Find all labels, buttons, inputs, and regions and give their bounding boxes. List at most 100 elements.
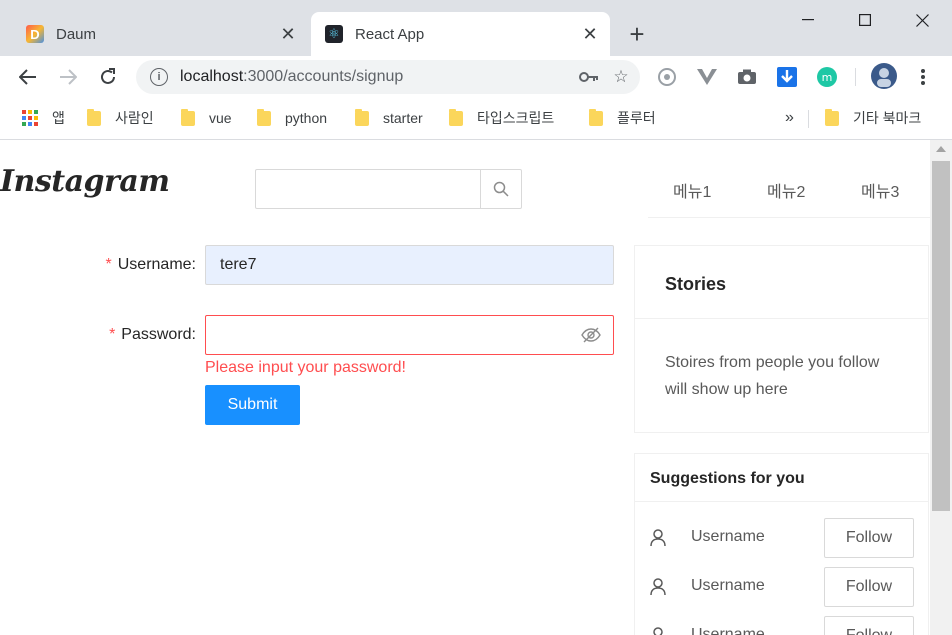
- bookmark-folder[interactable]: starter: [355, 107, 423, 129]
- vue-devtools-icon[interactable]: [695, 65, 719, 89]
- suggestion-row: Username Follow: [635, 613, 928, 635]
- tab-strip: D Daum ✕ ⚛ React App ✕ +: [0, 0, 952, 56]
- bookmark-label: 플루터: [617, 110, 656, 126]
- bookmark-label: python: [285, 110, 328, 126]
- bookmark-label: starter: [383, 110, 423, 126]
- url-host: localhost: [180, 68, 244, 85]
- tab-title: Daum: [56, 25, 97, 43]
- svg-text:m: m: [822, 71, 833, 84]
- username-input[interactable]: tere7: [205, 245, 614, 285]
- required-mark: *: [109, 326, 116, 343]
- label-text: Password: [121, 326, 192, 343]
- scroll-thumb[interactable]: [932, 161, 950, 511]
- suggestion-row: Username Follow: [635, 515, 928, 564]
- address-bar[interactable]: i localhost:3000/accounts/signup ☆: [136, 60, 640, 94]
- bookmark-folder[interactable]: 플루터: [589, 107, 656, 129]
- forward-arrow-icon[interactable]: [53, 62, 83, 92]
- password-input[interactable]: [205, 315, 614, 355]
- daum-favicon-icon: D: [26, 25, 44, 43]
- close-tab-icon[interactable]: ✕: [578, 22, 602, 46]
- bookmarks-divider: [808, 110, 809, 128]
- bookmarks-overflow-icon[interactable]: »: [785, 107, 794, 129]
- browser-chrome: D Daum ✕ ⚛ React App ✕ + i localhost:300…: [0, 0, 952, 140]
- bookmark-folder[interactable]: vue: [181, 107, 232, 129]
- browser-toolbar: i localhost:3000/accounts/signup ☆ m: [0, 56, 952, 98]
- toolbar-divider: [855, 68, 856, 86]
- label-colon: :: [191, 256, 196, 273]
- bookmark-other[interactable]: 기타 북마크: [825, 107, 921, 129]
- suggestion-row: Username Follow: [635, 564, 928, 613]
- top-menu: 메뉴1 메뉴2 메뉴3: [648, 168, 930, 218]
- new-tab-icon[interactable]: +: [623, 19, 651, 49]
- search-icon: [493, 181, 509, 197]
- folder-icon: [87, 108, 101, 126]
- instagram-logo[interactable]: Instagram: [0, 164, 170, 199]
- bookmark-folder[interactable]: 사람인: [87, 107, 154, 129]
- menu-item-3[interactable]: 메뉴3: [861, 178, 899, 202]
- suggestion-username[interactable]: Username: [691, 577, 765, 595]
- tab-react-app[interactable]: ⚛ React App ✕: [311, 12, 610, 56]
- page-scrollbar[interactable]: [930, 140, 952, 635]
- minimize-icon[interactable]: [780, 0, 836, 40]
- bookmarks-bar: 앱 사람인 vue python starter 타입스크립트 플루터 » 기타…: [0, 98, 952, 140]
- bookmark-label: 사람인: [115, 110, 154, 126]
- menu-item-1[interactable]: 메뉴1: [673, 178, 711, 202]
- folder-icon: [589, 108, 603, 126]
- submit-button[interactable]: Submit: [205, 385, 300, 425]
- eye-invisible-icon[interactable]: [581, 326, 601, 344]
- maximize-icon[interactable]: [837, 0, 893, 40]
- suggestion-username[interactable]: Username: [691, 626, 765, 635]
- reload-icon[interactable]: [93, 62, 123, 92]
- user-icon: [650, 578, 666, 596]
- user-icon: [653, 627, 663, 635]
- label-colon: :: [191, 326, 196, 343]
- bookmark-star-icon[interactable]: ☆: [608, 64, 634, 90]
- label-text: Username: [117, 256, 192, 273]
- username-label: * Username:: [106, 256, 197, 274]
- tab-title: React App: [355, 25, 425, 43]
- close-tab-icon[interactable]: ✕: [276, 22, 300, 46]
- site-info-icon[interactable]: i: [150, 68, 168, 86]
- follow-button[interactable]: Follow: [824, 616, 914, 635]
- search-button[interactable]: [480, 170, 521, 208]
- bookmark-folder[interactable]: 타입스크립트: [449, 107, 554, 129]
- apps-grid-icon: [22, 110, 38, 126]
- folder-icon: [449, 108, 463, 126]
- bookmark-folder[interactable]: python: [257, 107, 327, 129]
- extension-circle-icon[interactable]: [655, 65, 679, 89]
- scroll-up-arrow-icon[interactable]: [936, 146, 946, 152]
- follow-button[interactable]: Follow: [824, 518, 914, 558]
- bookmark-apps[interactable]: 앱: [22, 107, 65, 129]
- close-window-icon[interactable]: [894, 0, 950, 40]
- search-box: [255, 169, 522, 209]
- search-input[interactable]: [256, 170, 480, 208]
- folder-icon: [825, 108, 839, 126]
- required-mark: *: [105, 256, 112, 273]
- page-viewport: Instagram 메뉴1 메뉴2 메뉴3 * Username: tere7 *…: [0, 140, 930, 635]
- folder-icon: [181, 108, 195, 126]
- suggestions-title: Suggestions for you: [635, 454, 928, 502]
- m-extension-icon[interactable]: m: [815, 65, 839, 89]
- profile-avatar[interactable]: [871, 63, 897, 89]
- bookmark-label: 타입스크립트: [477, 110, 555, 126]
- password-label: * Password:: [109, 326, 196, 344]
- bookmark-label: vue: [209, 110, 232, 126]
- suggestion-username[interactable]: Username: [691, 528, 765, 546]
- folder-icon: [257, 108, 271, 126]
- back-arrow-icon[interactable]: [13, 62, 43, 92]
- password-error-message: Please input your password!: [205, 359, 406, 376]
- key-icon[interactable]: [576, 64, 602, 90]
- camera-icon[interactable]: [735, 65, 759, 89]
- bookmark-label: 기타 북마크: [853, 110, 922, 126]
- stories-title: Stories: [635, 246, 928, 319]
- url-path: :3000/accounts/signup: [243, 68, 404, 85]
- suggestions-card: Suggestions for you Username Follow User…: [634, 453, 929, 635]
- url-text[interactable]: localhost:3000/accounts/signup: [180, 68, 576, 86]
- menu-item-2[interactable]: 메뉴2: [767, 178, 805, 202]
- menu-dots-icon[interactable]: [911, 65, 935, 89]
- download-icon[interactable]: [775, 65, 799, 89]
- follow-button[interactable]: Follow: [824, 567, 914, 607]
- user-icon: [650, 529, 666, 547]
- tab-daum[interactable]: D Daum ✕: [12, 12, 308, 56]
- react-favicon-icon: ⚛: [325, 25, 343, 43]
